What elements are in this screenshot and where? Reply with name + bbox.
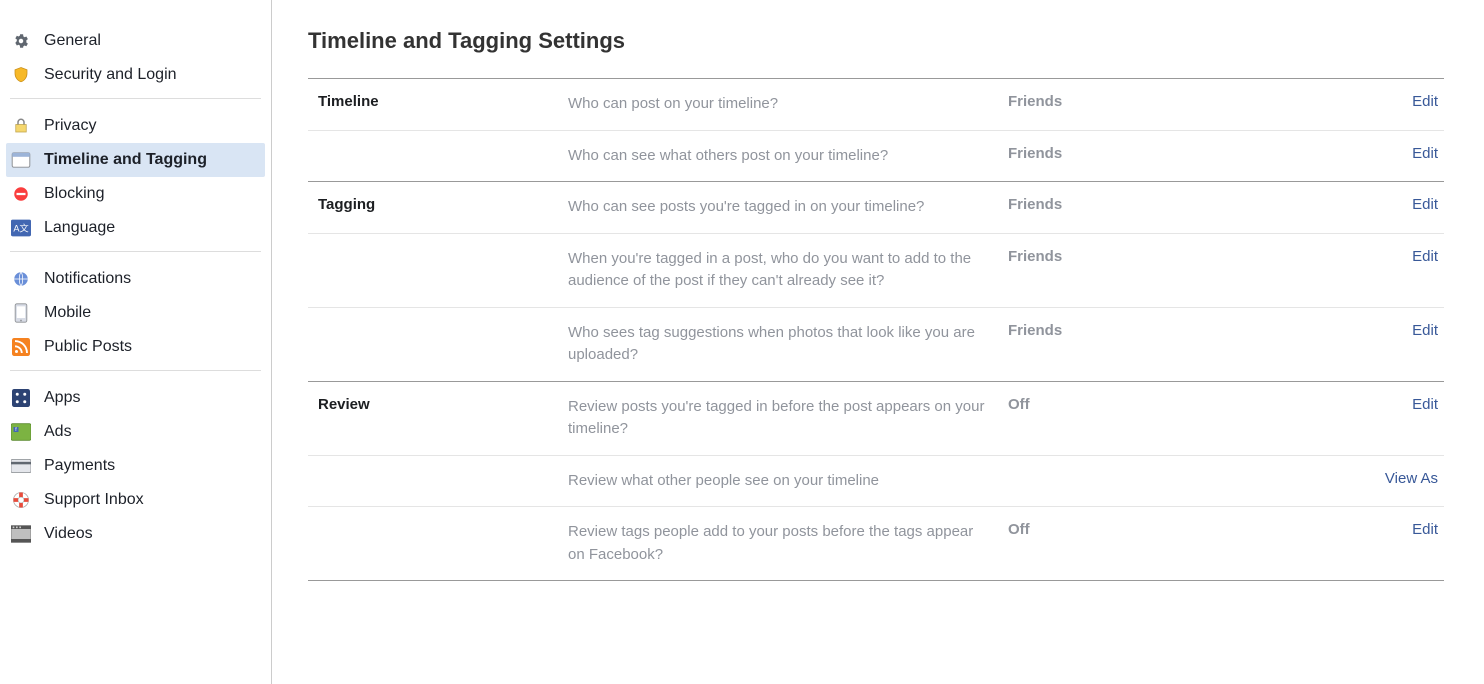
shield-icon xyxy=(10,64,32,86)
setting-value: Friends xyxy=(1008,196,1228,213)
sidebar-item-public-posts[interactable]: Public Posts xyxy=(6,330,265,364)
nav-group-1: Privacy Timeline and Tagging Blocking A文… xyxy=(10,103,261,252)
section-timeline: Timeline Who can post on your timeline? … xyxy=(308,78,1444,181)
sidebar-item-label: Support Inbox xyxy=(44,491,144,509)
setting-question: Review what other people see on your tim… xyxy=(568,470,1008,493)
page-title: Timeline and Tagging Settings xyxy=(308,28,1444,54)
sidebar-item-label: Mobile xyxy=(44,304,91,322)
edit-link[interactable]: Edit xyxy=(1412,521,1438,538)
sidebar-item-label: Notifications xyxy=(44,270,131,288)
sidebar-item-notifications[interactable]: Notifications xyxy=(6,262,265,296)
edit-link[interactable]: Edit xyxy=(1412,145,1438,162)
setting-question: Review posts you're tagged in before the… xyxy=(568,396,1008,441)
setting-row[interactable]: Who can see what others post on your tim… xyxy=(308,131,1444,182)
main-content: Timeline and Tagging Settings Timeline W… xyxy=(272,0,1484,684)
lock-icon xyxy=(10,115,32,137)
sidebar-item-language[interactable]: A文 Language xyxy=(6,211,265,245)
nav-group-3: Apps f Ads Payments Support Inbox Videos xyxy=(10,375,261,557)
svg-text:A文: A文 xyxy=(13,222,28,233)
edit-link[interactable]: Edit xyxy=(1412,93,1438,110)
setting-value: Off xyxy=(1008,521,1228,538)
edit-link[interactable]: Edit xyxy=(1412,396,1438,413)
sidebar-item-privacy[interactable]: Privacy xyxy=(6,109,265,143)
setting-row[interactable]: Who sees tag suggestions when photos tha… xyxy=(308,308,1444,381)
sidebar-item-label: Privacy xyxy=(44,117,96,135)
nav-group-0: General Security and Login xyxy=(10,18,261,99)
setting-row[interactable]: Timeline Who can post on your timeline? … xyxy=(308,79,1444,131)
mobile-icon xyxy=(10,302,32,324)
sidebar-item-ads[interactable]: f Ads xyxy=(6,415,265,449)
section-end-divider xyxy=(308,580,1444,581)
sidebar-item-label: Apps xyxy=(44,389,80,407)
globe-icon xyxy=(10,268,32,290)
edit-link[interactable]: Edit xyxy=(1412,322,1438,339)
sidebar-item-blocking[interactable]: Blocking xyxy=(6,177,265,211)
section-tagging: Tagging Who can see posts you're tagged … xyxy=(308,181,1444,381)
payments-icon xyxy=(10,455,32,477)
sidebar-item-general[interactable]: General xyxy=(6,24,265,58)
setting-question: Who can see posts you're tagged in on yo… xyxy=(568,196,1008,219)
setting-value: Off xyxy=(1008,396,1228,413)
edit-link[interactable]: Edit xyxy=(1412,196,1438,213)
sidebar-item-label: Videos xyxy=(44,525,93,543)
rss-icon xyxy=(10,336,32,358)
view-as-link[interactable]: View As xyxy=(1385,470,1438,487)
setting-question: Review tags people add to your posts bef… xyxy=(568,521,1008,566)
sidebar-item-videos[interactable]: Videos xyxy=(6,517,265,551)
block-icon xyxy=(10,183,32,205)
sidebar-item-label: Timeline and Tagging xyxy=(44,151,207,169)
setting-value: Friends xyxy=(1008,145,1228,162)
setting-question: When you're tagged in a post, who do you… xyxy=(568,248,1008,293)
setting-question: Who can post on your timeline? xyxy=(568,93,1008,116)
setting-value: Friends xyxy=(1008,93,1228,110)
language-icon: A文 xyxy=(10,217,32,239)
sidebar-item-apps[interactable]: Apps xyxy=(6,381,265,415)
sidebar-item-label: Security and Login xyxy=(44,66,177,84)
sidebar-item-label: Public Posts xyxy=(44,338,132,356)
setting-row[interactable]: Review what other people see on your tim… xyxy=(308,456,1444,508)
setting-row[interactable]: Review tags people add to your posts bef… xyxy=(308,507,1444,580)
setting-question: Who can see what others post on your tim… xyxy=(568,145,1008,168)
sidebar-item-payments[interactable]: Payments xyxy=(6,449,265,483)
timeline-icon xyxy=(10,149,32,171)
setting-row[interactable]: When you're tagged in a post, who do you… xyxy=(308,234,1444,308)
section-review: Review Review posts you're tagged in bef… xyxy=(308,381,1444,581)
sidebar-item-label: Language xyxy=(44,219,115,237)
section-label: Timeline xyxy=(308,93,568,110)
setting-value: Friends xyxy=(1008,248,1228,265)
setting-question: Who sees tag suggestions when photos tha… xyxy=(568,322,1008,367)
sidebar-item-mobile[interactable]: Mobile xyxy=(6,296,265,330)
setting-value: Friends xyxy=(1008,322,1228,339)
setting-row[interactable]: Review Review posts you're tagged in bef… xyxy=(308,382,1444,456)
sidebar-item-label: Ads xyxy=(44,423,72,441)
sidebar-item-label: Payments xyxy=(44,457,115,475)
settings-sidebar: General Security and Login Privacy Timel… xyxy=(0,0,272,684)
edit-link[interactable]: Edit xyxy=(1412,248,1438,265)
setting-row[interactable]: Tagging Who can see posts you're tagged … xyxy=(308,182,1444,234)
section-label: Tagging xyxy=(308,196,568,213)
sidebar-item-support-inbox[interactable]: Support Inbox xyxy=(6,483,265,517)
sidebar-item-security[interactable]: Security and Login xyxy=(6,58,265,92)
nav-group-2: Notifications Mobile Public Posts xyxy=(10,256,261,371)
sidebar-item-label: Blocking xyxy=(44,185,104,203)
section-label: Review xyxy=(308,396,568,413)
gear-icon xyxy=(10,30,32,52)
sidebar-item-label: General xyxy=(44,32,101,50)
videos-icon xyxy=(10,523,32,545)
ads-icon: f xyxy=(10,421,32,443)
support-icon xyxy=(10,489,32,511)
sidebar-item-timeline-tagging[interactable]: Timeline and Tagging xyxy=(6,143,265,177)
apps-icon xyxy=(10,387,32,409)
